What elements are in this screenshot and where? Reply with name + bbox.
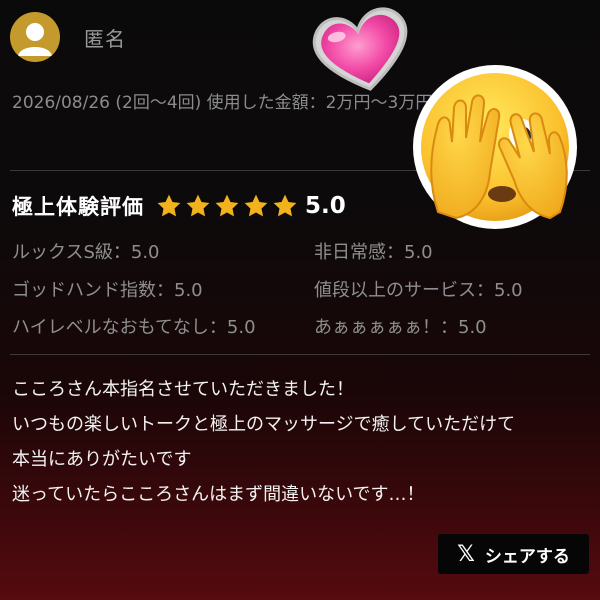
rating-title: 極上体験評価 [12, 195, 144, 219]
review-card: 匿名 2026/08/26 (2回〜4回) 使用した金額：2万円〜3万円以内 極… [0, 0, 600, 600]
divider [10, 354, 590, 355]
star-icon [273, 194, 297, 217]
x-logo-icon: 𝕏 [457, 541, 475, 567]
avatar [10, 12, 60, 62]
star-icon [157, 194, 181, 217]
score-item: ゴッドハンド指数：5.0 [12, 280, 203, 301]
share-label: シェアする [484, 546, 570, 567]
overall-rating: 極上体験評価 5.0 [12, 188, 346, 224]
comment-line: こころさん本指名させていただきました！ [12, 379, 354, 400]
sparkling-heart-icon [312, 7, 408, 91]
star-icon [244, 194, 268, 217]
user-icon [18, 23, 52, 56]
star-icon [186, 194, 210, 217]
user-name: 匿名 [84, 26, 126, 51]
comment-line: いつもの楽しいトークと極上のマッサージで癒していただけて [12, 414, 516, 435]
score-item: 値段以上のサービス：5.0 [314, 280, 523, 301]
star-icon [215, 194, 239, 217]
share-button[interactable]: 𝕏 シェアする [438, 534, 589, 574]
comment-line: 本当にありがたいです [12, 449, 192, 470]
score-item: あぁぁぁぁぁ！：5.0 [314, 317, 487, 338]
score-item: 非日常感：5.0 [314, 242, 433, 263]
rating-value: 5.0 [305, 193, 346, 219]
review-comment: こころさん本指名させていただきました！ いつもの楽しいトークと極上のマッサージで… [12, 372, 597, 512]
score-item: ハイレベルなおもてなし：5.0 [12, 317, 256, 338]
star-rating [156, 193, 301, 219]
peeking-face-icon [413, 65, 577, 229]
score-item: ルックスS級：5.0 [12, 242, 160, 263]
review-header: 匿名 [10, 12, 126, 62]
comment-line: 迷っていたらこころさんはまず間違いないです…！ [12, 484, 425, 505]
